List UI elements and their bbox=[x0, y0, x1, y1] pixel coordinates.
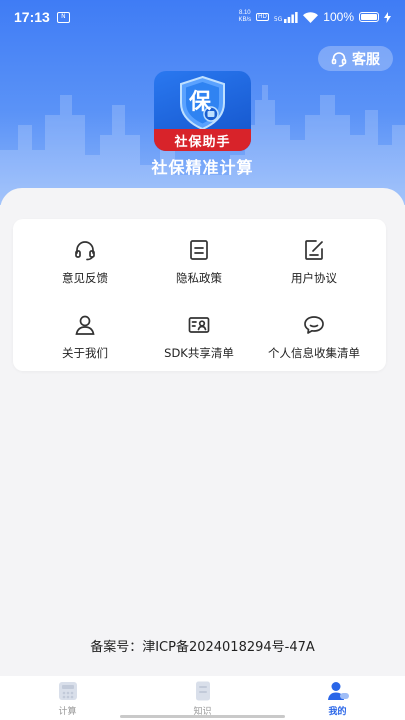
icp-record: 备案号：津ICP备2024018294号-47A bbox=[90, 640, 315, 655]
id-card-icon bbox=[188, 317, 210, 333]
headset-service-icon bbox=[331, 51, 347, 67]
menu-label-about-us: 关于我们 bbox=[62, 346, 108, 360]
menu-label-personal-info-list: 个人信息收集清单 bbox=[268, 346, 360, 360]
net-speed: 8.10 KB/s bbox=[238, 10, 251, 24]
calculator-icon bbox=[58, 682, 77, 700]
customer-service-label: 客服 bbox=[352, 51, 380, 68]
tab-mine[interactable]: 我的 bbox=[270, 676, 405, 720]
tab-label-mine: 我的 bbox=[328, 707, 347, 717]
menu-item-privacy-policy[interactable]: 隐私政策 bbox=[137, 238, 261, 298]
tab-calculate[interactable]: 计算 bbox=[0, 676, 135, 720]
logo-banner: 社保助手 bbox=[154, 129, 251, 151]
signal-icon: 5G bbox=[273, 11, 298, 23]
charging-icon bbox=[384, 11, 391, 23]
notification-app-icon: N bbox=[56, 11, 70, 23]
net-speed-unit: KB/s bbox=[238, 17, 252, 23]
bottom-tab-bar: 计算 知识 我的 bbox=[0, 676, 405, 720]
menu-label-user-agreement: 用户协议 bbox=[291, 271, 337, 285]
profile-icon bbox=[327, 682, 349, 700]
menu-item-user-agreement[interactable]: 用户协议 bbox=[252, 238, 376, 298]
user-icon bbox=[75, 315, 95, 335]
tab-knowledge[interactable]: 知识 bbox=[135, 676, 270, 720]
headset-icon bbox=[75, 241, 95, 261]
menu-label-sdk-list: SDK共享清单 bbox=[164, 346, 234, 360]
menu-item-feedback[interactable]: 意见反馈 bbox=[23, 238, 147, 298]
status-bar: 17:13 N 8.10 KB/s HD 5G 100% bbox=[0, 0, 405, 34]
logo-badge-text: 保 bbox=[188, 90, 211, 115]
menu-label-privacy-policy: 隐私政策 bbox=[176, 271, 222, 285]
menu-item-about-us[interactable]: 关于我们 bbox=[23, 313, 147, 373]
chat-bubble-icon bbox=[304, 316, 324, 334]
status-time: 17:13 bbox=[14, 9, 50, 25]
customer-service-button[interactable]: 客服 bbox=[318, 46, 393, 71]
battery-percent: 100% bbox=[323, 10, 354, 24]
app-logo: 保 社保助手 bbox=[154, 71, 251, 151]
app-title: 社保精准计算 bbox=[151, 158, 254, 177]
net-speed-value: 8.10 bbox=[238, 10, 251, 16]
home-indicator[interactable] bbox=[120, 715, 285, 718]
signal-label: 5G bbox=[273, 15, 283, 23]
menu-item-sdk-list[interactable]: SDK共享清单 bbox=[137, 313, 261, 373]
battery-icon bbox=[359, 12, 379, 22]
book-icon bbox=[195, 681, 210, 701]
tab-label-calculate: 计算 bbox=[58, 707, 77, 717]
wifi-icon bbox=[303, 11, 319, 23]
hd-icon: HD bbox=[256, 13, 269, 21]
menu-card: 意见反馈 隐私政策 用户协议 关于我们 SDK共享清单 个人信息收集清单 bbox=[13, 219, 386, 371]
menu-item-personal-info-list[interactable]: 个人信息收集清单 bbox=[252, 313, 376, 373]
status-indicators: 8.10 KB/s HD 5G 100% bbox=[238, 10, 391, 24]
document-icon bbox=[190, 240, 208, 260]
edit-document-icon bbox=[305, 240, 323, 260]
menu-label-feedback: 意见反馈 bbox=[62, 271, 108, 285]
